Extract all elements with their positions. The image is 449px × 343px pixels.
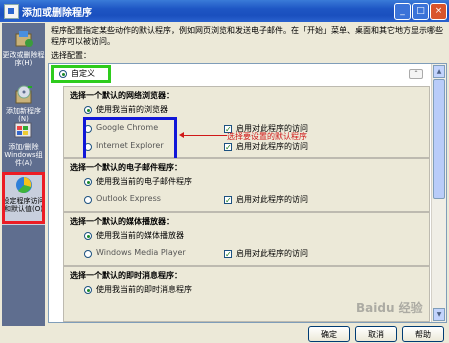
- add-remove-programs-window: 添加或删除程序 _ □ × 更改或删除程序(H) 添加新程序(N) 添加/删除W…: [0, 0, 449, 342]
- configuration-list[interactable]: 自定义 ⌃ 选择一个默认的网络浏览器： 使用我当前的浏览器 Google Chr…: [48, 63, 447, 323]
- app-icon: [4, 4, 19, 19]
- media-group: 选择一个默认的媒体播放器： 使用我当前的媒体播放器 Windows Media …: [63, 212, 430, 266]
- media-radio-wmp[interactable]: [84, 250, 92, 258]
- sidebar-item-change-remove[interactable]: 更改或删除程序(H): [2, 27, 45, 67]
- group-title: 选择一个默认的媒体播放器：: [70, 217, 174, 226]
- email-radio-outlook[interactable]: [84, 196, 92, 204]
- sidebar-item-windows-components[interactable]: 添加/删除Windows组件(A): [2, 119, 45, 167]
- vertical-scrollbar[interactable]: ▲ ▼: [431, 64, 446, 322]
- wmp-access-checkbox[interactable]: ✓: [224, 250, 232, 259]
- maximize-button[interactable]: □: [412, 3, 429, 20]
- option-label: 使用我当前的即时消息程序: [96, 285, 192, 294]
- im-radio-current[interactable]: [84, 286, 92, 294]
- sidebar-item-label: 更改或删除程序(H): [2, 51, 45, 67]
- watermark: Baidu 经验: [356, 301, 423, 315]
- program-box-icon: [13, 29, 35, 49]
- main-panel: 程序配置指定某些动作的默认程序，例如网页浏览和发送电子邮件。在「开始」菜单、桌面…: [46, 23, 448, 342]
- scroll-down-icon[interactable]: ▼: [433, 308, 445, 321]
- scroll-thumb[interactable]: [433, 79, 445, 199]
- cancel-button[interactable]: 取消: [355, 326, 397, 342]
- group-title: 选择一个默认的即时消息程序：: [70, 271, 182, 280]
- outlook-access-checkbox[interactable]: ✓: [224, 196, 232, 205]
- minimize-button[interactable]: _: [394, 3, 411, 20]
- highlight-box-green: [51, 65, 111, 83]
- help-button[interactable]: 帮助: [402, 326, 444, 342]
- group-title: 选择一个默认的电子邮件程序：: [70, 163, 182, 172]
- close-button[interactable]: ×: [430, 3, 447, 20]
- group-title: 选择一个默认的网络浏览器：: [70, 91, 174, 100]
- option-label: 使用我当前的电子邮件程序: [96, 177, 192, 186]
- window-title: 添加或删除程序: [22, 8, 92, 19]
- windows-components-icon: [13, 121, 35, 141]
- ok-button[interactable]: 确定: [308, 326, 350, 342]
- annotation-text: 选择要设置的默认程序: [227, 132, 307, 141]
- collapse-chevron-icon[interactable]: ⌃: [409, 69, 423, 79]
- title-bar[interactable]: 添加或删除程序 _ □ ×: [0, 0, 449, 22]
- highlight-box-red: [2, 172, 45, 224]
- email-radio-current[interactable]: [84, 178, 92, 186]
- annotation-arrow-icon: [179, 132, 227, 138]
- checkbox-label: 启用对此程序的访问: [236, 195, 308, 204]
- description-text: 程序配置指定某些动作的默认程序，例如网页浏览和发送电子邮件。在「开始」菜单、桌面…: [51, 26, 443, 46]
- checkbox-label: 启用对此程序的访问: [236, 249, 308, 258]
- browser-radio-current[interactable]: [84, 106, 92, 114]
- media-radio-current[interactable]: [84, 232, 92, 240]
- scroll-up-icon[interactable]: ▲: [433, 65, 445, 78]
- option-label: 使用我当前的媒体播放器: [96, 231, 184, 240]
- cd-box-icon: [13, 85, 35, 105]
- config-label: 选择配置：: [51, 51, 91, 60]
- option-label: Windows Media Player: [96, 248, 186, 257]
- sidebar-item-add-new[interactable]: 添加新程序(N): [2, 83, 45, 123]
- option-label: 使用我当前的浏览器: [96, 105, 168, 114]
- checkbox-label: 启用对此程序的访问: [236, 142, 308, 151]
- ie-access-checkbox[interactable]: ✓: [224, 143, 232, 152]
- sidebar-item-label: 添加/删除Windows组件(A): [4, 143, 43, 167]
- email-group: 选择一个默认的电子邮件程序： 使用我当前的电子邮件程序 Outlook Expr…: [63, 158, 430, 212]
- option-label: Outlook Express: [96, 194, 161, 203]
